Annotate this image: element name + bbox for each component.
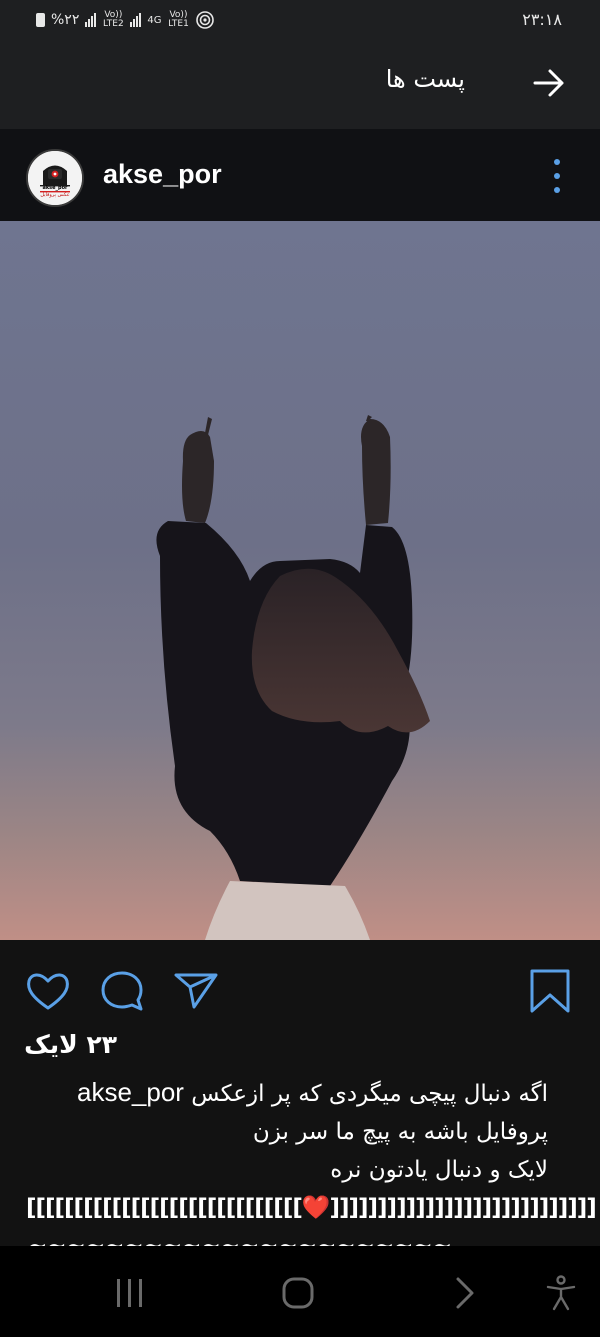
caption-line: [[[[[[[[[[[[[[[[[[[[[[[[[[[[[❤️]]]]]]]]]… xyxy=(26,1189,597,1227)
hotspot-icon xyxy=(196,11,215,29)
page-title: پست ها xyxy=(385,65,465,93)
comment-icon[interactable] xyxy=(98,967,146,1015)
battery-icon xyxy=(36,13,45,27)
avatar[interactable]: akse_por عکس پروفایل xyxy=(26,149,84,207)
bookmark-icon[interactable] xyxy=(526,967,574,1015)
post-caption: اگه دنبال پیچی میگردی که پر ازعکس akse_p… xyxy=(26,1073,597,1247)
back-icon[interactable] xyxy=(452,1276,478,1310)
status-left-group: %۲۲ Vo)) LTE2 4G Vo)) LTE1 xyxy=(36,9,215,31)
avatar-brand-text-fa: عکس پروفایل xyxy=(40,192,70,198)
caption-line: ~~~~~~~~~~~~~~~~~~~~~~ xyxy=(28,1233,452,1247)
signal-icon xyxy=(85,13,97,27)
like-count[interactable]: ۲۳ لایک xyxy=(24,1030,117,1059)
status-bar: %۲۲ Vo)) LTE2 4G Vo)) LTE1 ۲۳:۱۸ xyxy=(0,0,600,40)
share-icon[interactable] xyxy=(172,967,220,1015)
caption-username[interactable]: akse_por xyxy=(77,1077,184,1107)
avatar-brand-text: akse_por xyxy=(42,185,68,191)
post-image[interactable] xyxy=(0,221,600,940)
sim2-network-label: Vo)) LTE1 xyxy=(168,10,189,29)
caption-text: اگه دنبال پیچی میگردی که پر ازعکس xyxy=(191,1081,548,1107)
system-nav-bar xyxy=(0,1246,600,1337)
heart-icon[interactable] xyxy=(24,967,72,1015)
post-username[interactable]: akse_por xyxy=(103,159,222,190)
caption-brackets-right: ]]]]]]]]]]]]]]]]]]]]]]]]]]]] xyxy=(329,1195,596,1221)
recent-apps-icon[interactable] xyxy=(112,1276,148,1310)
dot xyxy=(554,187,560,193)
home-icon[interactable] xyxy=(281,1276,315,1310)
caption-brackets-left: [[[[[[[[[[[[[[[[[[[[[[[[[[[[[ xyxy=(26,1195,303,1221)
caption-line: پروفایل باشه به پیچ ما سر بزن xyxy=(252,1119,548,1145)
dot xyxy=(554,173,560,179)
dot xyxy=(554,159,560,165)
post-author-row: akse_por عکس پروفایل akse_por xyxy=(0,129,600,221)
accessibility-icon[interactable] xyxy=(544,1274,578,1312)
app-header: پست ها xyxy=(0,40,600,129)
sim1-network-label: Vo)) LTE2 xyxy=(103,10,124,29)
heart-emoji: ❤️ xyxy=(301,1195,331,1221)
caption-line: اگه دنبال پیچی میگردی که پر ازعکس akse_p… xyxy=(28,1073,548,1113)
more-options-icon[interactable] xyxy=(552,159,562,193)
signal-icon xyxy=(130,13,142,27)
arrow-right-icon[interactable] xyxy=(532,66,566,100)
sim2-type-label: 4G xyxy=(147,14,162,26)
caption-line: لایک و دنبال یادتون نره xyxy=(330,1157,548,1183)
battery-percentage: %۲۲ xyxy=(51,12,80,28)
clock: ۲۳:۱۸ xyxy=(522,10,562,29)
